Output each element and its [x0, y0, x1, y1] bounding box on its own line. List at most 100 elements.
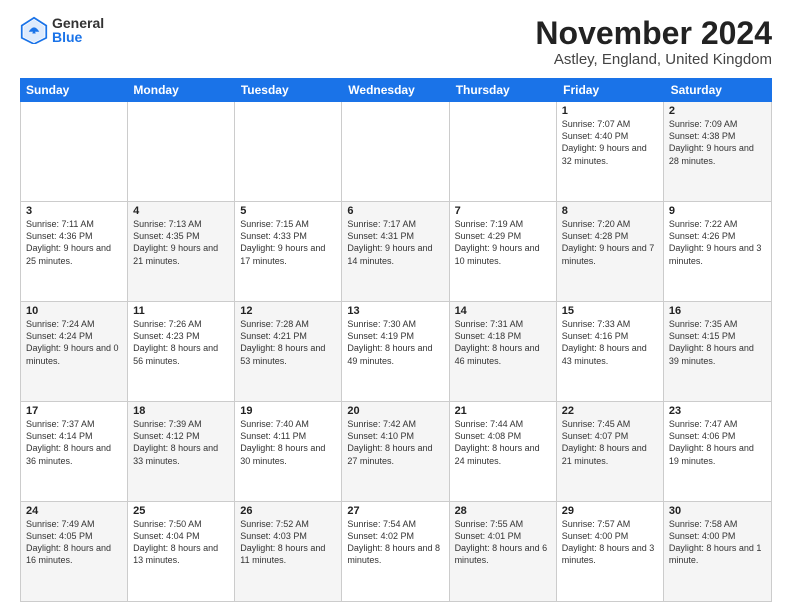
calendar-cell: 20Sunrise: 7:42 AM Sunset: 4:10 PM Dayli…	[342, 402, 449, 501]
day-number: 30	[669, 505, 766, 517]
day-info: Sunrise: 7:09 AM Sunset: 4:38 PM Dayligh…	[669, 118, 766, 167]
weekday-thursday: Thursday	[450, 78, 557, 102]
logo-icon	[20, 16, 48, 44]
day-info: Sunrise: 7:24 AM Sunset: 4:24 PM Dayligh…	[26, 318, 122, 367]
day-info: Sunrise: 7:19 AM Sunset: 4:29 PM Dayligh…	[455, 218, 551, 267]
day-number: 18	[133, 405, 229, 417]
day-info: Sunrise: 7:28 AM Sunset: 4:21 PM Dayligh…	[240, 318, 336, 367]
calendar-cell: 29Sunrise: 7:57 AM Sunset: 4:00 PM Dayli…	[557, 502, 664, 601]
day-number: 20	[347, 405, 443, 417]
calendar-cell	[21, 102, 128, 201]
day-info: Sunrise: 7:37 AM Sunset: 4:14 PM Dayligh…	[26, 418, 122, 467]
calendar-cell: 26Sunrise: 7:52 AM Sunset: 4:03 PM Dayli…	[235, 502, 342, 601]
calendar-row-0: 1Sunrise: 7:07 AM Sunset: 4:40 PM Daylig…	[21, 102, 771, 202]
day-number: 24	[26, 505, 122, 517]
day-info: Sunrise: 7:55 AM Sunset: 4:01 PM Dayligh…	[455, 518, 551, 567]
day-info: Sunrise: 7:33 AM Sunset: 4:16 PM Dayligh…	[562, 318, 658, 367]
calendar-cell	[235, 102, 342, 201]
day-number: 27	[347, 505, 443, 517]
day-info: Sunrise: 7:52 AM Sunset: 4:03 PM Dayligh…	[240, 518, 336, 567]
calendar-cell: 10Sunrise: 7:24 AM Sunset: 4:24 PM Dayli…	[21, 302, 128, 401]
day-info: Sunrise: 7:07 AM Sunset: 4:40 PM Dayligh…	[562, 118, 658, 167]
day-number: 1	[562, 105, 658, 117]
day-number: 14	[455, 305, 551, 317]
calendar-cell: 16Sunrise: 7:35 AM Sunset: 4:15 PM Dayli…	[664, 302, 771, 401]
day-info: Sunrise: 7:22 AM Sunset: 4:26 PM Dayligh…	[669, 218, 766, 267]
calendar-cell	[450, 102, 557, 201]
calendar-cell: 2Sunrise: 7:09 AM Sunset: 4:38 PM Daylig…	[664, 102, 771, 201]
day-number: 28	[455, 505, 551, 517]
day-number: 8	[562, 205, 658, 217]
calendar-cell: 8Sunrise: 7:20 AM Sunset: 4:28 PM Daylig…	[557, 202, 664, 301]
day-number: 2	[669, 105, 766, 117]
day-number: 9	[669, 205, 766, 217]
calendar-row-1: 3Sunrise: 7:11 AM Sunset: 4:36 PM Daylig…	[21, 202, 771, 302]
day-number: 23	[669, 405, 766, 417]
day-info: Sunrise: 7:42 AM Sunset: 4:10 PM Dayligh…	[347, 418, 443, 467]
calendar-cell: 19Sunrise: 7:40 AM Sunset: 4:11 PM Dayli…	[235, 402, 342, 501]
day-info: Sunrise: 7:45 AM Sunset: 4:07 PM Dayligh…	[562, 418, 658, 467]
day-number: 15	[562, 305, 658, 317]
day-info: Sunrise: 7:17 AM Sunset: 4:31 PM Dayligh…	[347, 218, 443, 267]
day-info: Sunrise: 7:44 AM Sunset: 4:08 PM Dayligh…	[455, 418, 551, 467]
weekday-sunday: Sunday	[20, 78, 127, 102]
calendar-cell: 13Sunrise: 7:30 AM Sunset: 4:19 PM Dayli…	[342, 302, 449, 401]
header: General Blue November 2024 Astley, Engla…	[20, 16, 772, 68]
weekday-wednesday: Wednesday	[342, 78, 449, 102]
calendar-cell	[128, 102, 235, 201]
calendar-cell: 25Sunrise: 7:50 AM Sunset: 4:04 PM Dayli…	[128, 502, 235, 601]
weekday-saturday: Saturday	[665, 78, 772, 102]
calendar-cell: 24Sunrise: 7:49 AM Sunset: 4:05 PM Dayli…	[21, 502, 128, 601]
weekday-monday: Monday	[127, 78, 234, 102]
day-info: Sunrise: 7:13 AM Sunset: 4:35 PM Dayligh…	[133, 218, 229, 267]
weekday-friday: Friday	[557, 78, 664, 102]
calendar-cell: 5Sunrise: 7:15 AM Sunset: 4:33 PM Daylig…	[235, 202, 342, 301]
calendar-row-2: 10Sunrise: 7:24 AM Sunset: 4:24 PM Dayli…	[21, 302, 771, 402]
logo-general-text: General	[52, 16, 104, 30]
calendar-cell: 22Sunrise: 7:45 AM Sunset: 4:07 PM Dayli…	[557, 402, 664, 501]
calendar-cell: 28Sunrise: 7:55 AM Sunset: 4:01 PM Dayli…	[450, 502, 557, 601]
day-info: Sunrise: 7:30 AM Sunset: 4:19 PM Dayligh…	[347, 318, 443, 367]
day-number: 22	[562, 405, 658, 417]
calendar-cell	[342, 102, 449, 201]
day-number: 10	[26, 305, 122, 317]
day-info: Sunrise: 7:11 AM Sunset: 4:36 PM Dayligh…	[26, 218, 122, 267]
logo: General Blue	[20, 16, 104, 44]
day-number: 29	[562, 505, 658, 517]
calendar-cell: 6Sunrise: 7:17 AM Sunset: 4:31 PM Daylig…	[342, 202, 449, 301]
month-title: November 2024	[535, 16, 772, 51]
day-number: 21	[455, 405, 551, 417]
day-number: 26	[240, 505, 336, 517]
day-number: 5	[240, 205, 336, 217]
day-info: Sunrise: 7:39 AM Sunset: 4:12 PM Dayligh…	[133, 418, 229, 467]
logo-blue-text: Blue	[52, 30, 104, 44]
calendar-cell: 23Sunrise: 7:47 AM Sunset: 4:06 PM Dayli…	[664, 402, 771, 501]
day-info: Sunrise: 7:57 AM Sunset: 4:00 PM Dayligh…	[562, 518, 658, 567]
day-number: 13	[347, 305, 443, 317]
calendar-cell: 30Sunrise: 7:58 AM Sunset: 4:00 PM Dayli…	[664, 502, 771, 601]
day-number: 11	[133, 305, 229, 317]
calendar-cell: 7Sunrise: 7:19 AM Sunset: 4:29 PM Daylig…	[450, 202, 557, 301]
day-info: Sunrise: 7:50 AM Sunset: 4:04 PM Dayligh…	[133, 518, 229, 567]
calendar-row-3: 17Sunrise: 7:37 AM Sunset: 4:14 PM Dayli…	[21, 402, 771, 502]
day-number: 19	[240, 405, 336, 417]
calendar-row-4: 24Sunrise: 7:49 AM Sunset: 4:05 PM Dayli…	[21, 502, 771, 601]
calendar-cell: 11Sunrise: 7:26 AM Sunset: 4:23 PM Dayli…	[128, 302, 235, 401]
calendar-cell: 4Sunrise: 7:13 AM Sunset: 4:35 PM Daylig…	[128, 202, 235, 301]
day-info: Sunrise: 7:26 AM Sunset: 4:23 PM Dayligh…	[133, 318, 229, 367]
location: Astley, England, United Kingdom	[535, 51, 772, 68]
day-info: Sunrise: 7:54 AM Sunset: 4:02 PM Dayligh…	[347, 518, 443, 567]
title-block: November 2024 Astley, England, United Ki…	[535, 16, 772, 68]
day-info: Sunrise: 7:35 AM Sunset: 4:15 PM Dayligh…	[669, 318, 766, 367]
day-number: 4	[133, 205, 229, 217]
day-info: Sunrise: 7:58 AM Sunset: 4:00 PM Dayligh…	[669, 518, 766, 567]
day-info: Sunrise: 7:49 AM Sunset: 4:05 PM Dayligh…	[26, 518, 122, 567]
day-info: Sunrise: 7:20 AM Sunset: 4:28 PM Dayligh…	[562, 218, 658, 267]
day-info: Sunrise: 7:40 AM Sunset: 4:11 PM Dayligh…	[240, 418, 336, 467]
calendar-cell: 18Sunrise: 7:39 AM Sunset: 4:12 PM Dayli…	[128, 402, 235, 501]
calendar-cell: 27Sunrise: 7:54 AM Sunset: 4:02 PM Dayli…	[342, 502, 449, 601]
day-number: 7	[455, 205, 551, 217]
calendar-cell: 1Sunrise: 7:07 AM Sunset: 4:40 PM Daylig…	[557, 102, 664, 201]
calendar-cell: 17Sunrise: 7:37 AM Sunset: 4:14 PM Dayli…	[21, 402, 128, 501]
day-number: 3	[26, 205, 122, 217]
